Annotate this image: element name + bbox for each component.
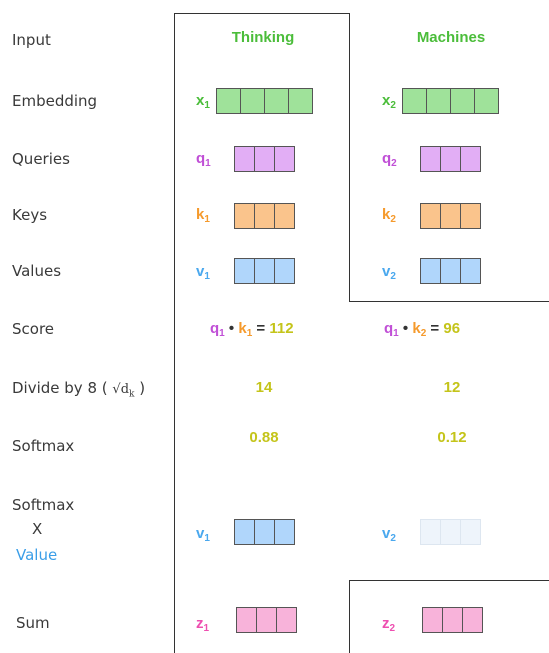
row-label-softmax-x-value-3: Value [16,546,58,564]
q1-vector [234,146,295,172]
z1-symbol: z1 [196,615,210,634]
z1-vector [236,607,297,633]
softmax-value-1: 0.88 [249,429,279,446]
k1-symbol: k1 [196,206,210,225]
row-label-embedding: Embedding [12,92,98,110]
divided-value-1: 14 [255,379,273,396]
col1-border-top [174,13,350,14]
x1-symbol: x1 [196,92,210,111]
weighted-v1-vector [234,519,295,545]
row-label-softmax-x-value-1: Softmax [12,496,75,514]
word-thinking: Thinking [231,29,295,46]
col2-border-bottom [349,301,549,302]
z2-symbol: z2 [382,615,396,634]
q2-vector [420,146,481,172]
row-label-sum: Sum [16,614,50,632]
divided-value-2: 12 [443,379,461,396]
q2-symbol: q2 [382,150,397,169]
v2-vector [420,258,481,284]
row-label-softmax-x-value-2: X [32,520,43,538]
k1-vector [234,203,295,229]
z2-vector [422,607,483,633]
k2-vector [420,203,481,229]
v2-symbol: v2 [382,263,396,282]
x1-vector [216,88,313,114]
row-label-keys: Keys [12,206,48,224]
k2-symbol: k2 [382,206,396,225]
softmax-value-2: 0.12 [437,429,467,446]
x2-symbol: x2 [382,92,396,111]
row-label-queries: Queries [12,150,70,168]
q1-symbol: q1 [196,150,211,169]
x2-vector [402,88,499,114]
row-label-values: Values [12,262,62,280]
col1-border-left [174,13,175,653]
row-label-score: Score [12,320,55,338]
col2-sum-border-top [349,580,549,581]
row-label-softmax: Softmax [12,437,75,455]
v1-symbol: v1 [196,263,210,282]
score-1: q1 • k1 = 112 [210,320,294,339]
score-2: q1 • k2 = 96 [384,320,461,339]
v1-vector [234,258,295,284]
col2-sum-border-left [349,580,350,653]
row-label-input: Input [12,31,51,49]
row-label-divide: Divide by 8 ( √dk ) [12,379,146,400]
weighted-v2-vector [420,519,481,545]
col1-border-right-upper [349,13,350,302]
word-machines: Machines [416,29,486,46]
weighted-v1-symbol: v1 [196,525,210,544]
weighted-v2-symbol: v2 [382,525,396,544]
